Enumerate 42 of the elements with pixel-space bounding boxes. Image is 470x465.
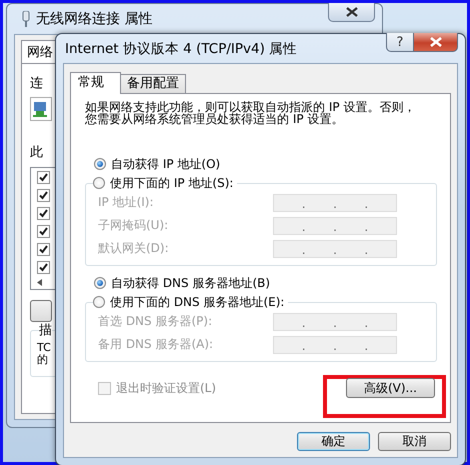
option-label: 自动获得 DNS 服务器地址(B) xyxy=(111,274,270,292)
close-button[interactable] xyxy=(328,3,375,22)
install-button[interactable] xyxy=(30,300,52,322)
description-label: 描 xyxy=(39,323,52,338)
option-label: 使用下面的 IP 地址(S): xyxy=(110,174,234,192)
field-label: IP 地址(I): xyxy=(98,194,155,211)
description-text: TC xyxy=(37,342,52,354)
scroll-left-icon[interactable] xyxy=(37,279,42,286)
option-label: 使用下面的 DNS 服务器地址(E): xyxy=(110,294,284,310)
advanced-button[interactable]: 高级(V)... xyxy=(346,378,435,398)
adapter-icon xyxy=(22,11,30,27)
tab[interactable]: 备用配置 xyxy=(120,74,186,93)
checkbox-label: 退出时验证设置(L) xyxy=(116,380,216,396)
network-adapter-icon xyxy=(30,97,52,121)
window-title: 无线网络连接 属性 xyxy=(36,10,152,28)
radio-button[interactable] xyxy=(93,296,105,308)
close-button[interactable] xyxy=(414,33,458,52)
radio-button[interactable] xyxy=(94,277,106,289)
radio-button[interactable] xyxy=(93,177,105,189)
option-label: 自动获得 IP 地址(O) xyxy=(111,156,220,172)
field-label: 子网掩码(U): xyxy=(98,217,170,234)
radio-button[interactable] xyxy=(94,158,106,170)
checkbox[interactable] xyxy=(37,207,50,220)
list-label: 此 xyxy=(30,144,43,161)
checkbox[interactable] xyxy=(37,171,50,184)
window-title: Internet 协议版本 4 (TCP/IPv4) 属性 xyxy=(65,40,298,58)
checkbox[interactable] xyxy=(37,225,50,238)
checkbox[interactable] xyxy=(37,189,50,202)
checkbox[interactable] xyxy=(37,261,50,274)
field-label: 首选 DNS 服务器(P): xyxy=(98,313,214,330)
close-icon xyxy=(428,37,442,47)
field-label: 默认网关(D): xyxy=(98,240,170,257)
cancel-button[interactable]: 取消 xyxy=(378,432,451,451)
description-text: 的 xyxy=(37,354,49,366)
checkbox[interactable] xyxy=(37,243,50,256)
field-label: 备用 DNS 服务器(A): xyxy=(98,336,214,353)
description-text: 如果网络支持此功能，则可以获取自动指派的 IP 设置。否则， 您需要从网络系统管理员处获得适当的 IP 设置。 xyxy=(85,102,416,125)
help-button[interactable]: ? xyxy=(386,33,414,52)
ok-button[interactable]: 确定 xyxy=(297,432,370,451)
connect-label: 连 xyxy=(30,75,43,92)
tab[interactable]: 常规 xyxy=(70,72,121,94)
close-icon xyxy=(346,7,358,17)
